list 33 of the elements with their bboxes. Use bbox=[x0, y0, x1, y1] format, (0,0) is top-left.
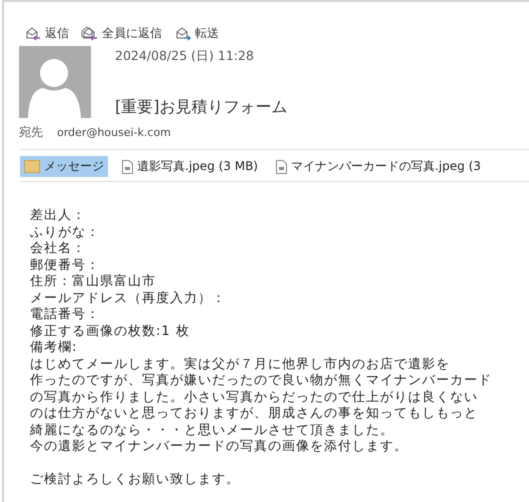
body-text-line: 会社名： bbox=[30, 241, 86, 256]
body-text-line: 今の遺影とマイナンバーカードの写真の画像を添付します。 bbox=[30, 439, 408, 454]
body-text-line: 作ったのですが、写真が嫌いだったので良い物が無くマイナンバーカード bbox=[30, 373, 492, 388]
toolbar-button[interactable]: 返信 bbox=[22, 22, 71, 44]
reply-envelope-icon bbox=[24, 25, 42, 41]
body-text-line: 備考欄: bbox=[30, 340, 78, 355]
attachment-tab[interactable]: マイナンバーカードの写真.jpeg (3 bbox=[272, 156, 485, 177]
file-icon bbox=[122, 160, 133, 174]
recipient-address: order@housei-k.com bbox=[57, 126, 171, 139]
closing-text: ご検討よろしくお願い致します。 bbox=[30, 472, 240, 487]
body-text-line: の写真から作りました。小さい写真からだったので仕上がりは良くない bbox=[30, 390, 478, 404]
body-text-line: ふりがな： bbox=[30, 224, 100, 240]
body-text-line: はじめてメールします。実は父が７月に他界し市内のお店で遺影を bbox=[30, 356, 450, 372]
avatar-silhouette bbox=[19, 46, 91, 118]
body-text-line: 郵便番号： bbox=[30, 258, 100, 272]
reply-envelope-icon bbox=[81, 25, 99, 41]
body-text-line: 綺麗になるのなら・・・と思いメールさせて頂きました。 bbox=[30, 422, 394, 438]
file-icon bbox=[276, 160, 287, 174]
message-subject: [重要]お見積りフォーム bbox=[115, 97, 288, 118]
body-text-line: メールアドレス（再度入力）： bbox=[30, 290, 226, 306]
body-text-line: 電話番号： bbox=[30, 307, 100, 322]
toolbar-button[interactable]: 全員に返信 bbox=[79, 22, 164, 44]
attachment-tab[interactable]: メッセージ bbox=[20, 156, 108, 177]
recipient-label: 宛先 bbox=[19, 124, 43, 141]
body-text-line: 住所：富山県富山市 bbox=[30, 274, 156, 289]
toolbar-button[interactable]: 転送 bbox=[172, 22, 221, 44]
body-text-line: のは仕方がないと思っておりますが、朋成さんの事を知ってもしもっと bbox=[30, 406, 478, 421]
body-text-line: 差出人： bbox=[30, 208, 86, 223]
message-date: 2024/08/25 (日) 11:28 bbox=[115, 48, 255, 65]
envelope-icon bbox=[24, 160, 40, 173]
attachment-tab[interactable]: 遺影写真.jpeg (3 MB) bbox=[118, 156, 262, 177]
forward-envelope-icon bbox=[174, 25, 192, 41]
body-text-line: 修正する画像の枚数:1 枚 bbox=[30, 324, 190, 338]
